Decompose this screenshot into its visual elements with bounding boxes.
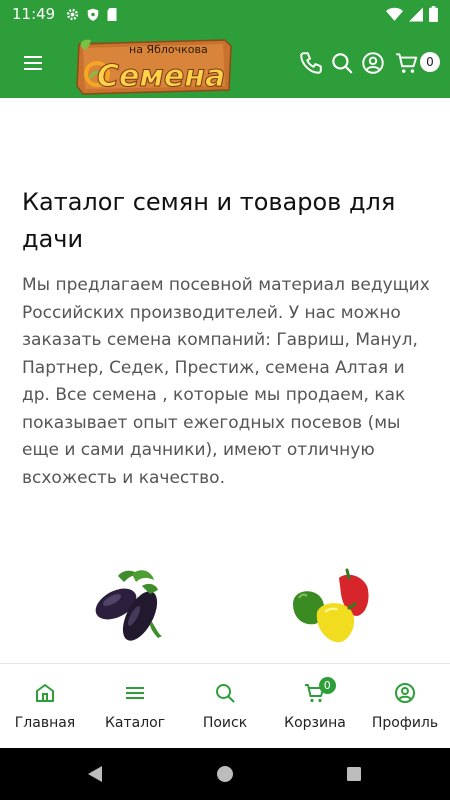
status-time: 11:49 xyxy=(12,5,56,23)
status-bar: 11:49 xyxy=(0,0,450,28)
nav-home-label: Главная xyxy=(14,715,76,731)
recents-icon[interactable] xyxy=(346,766,362,782)
bell-pepper-image[interactable] xyxy=(287,564,377,654)
nav-catalog[interactable]: Каталог xyxy=(90,664,180,748)
cart-icon[interactable] xyxy=(394,50,420,76)
home-button-icon[interactable] xyxy=(216,765,234,783)
nav-profile[interactable]: Профиль xyxy=(360,664,450,748)
nav-search[interactable]: Поиск xyxy=(180,664,270,748)
sd-card-icon xyxy=(107,7,117,21)
cart-count-badge: 0 xyxy=(420,52,440,72)
nav-cart[interactable]: 0 Корзина xyxy=(270,664,360,748)
nav-home[interactable]: Главная xyxy=(0,664,90,748)
app-header: на Яблочкова Семена 0 xyxy=(0,28,450,98)
logo-board: на Яблочкова Семена xyxy=(76,39,232,95)
nav-profile-label: Профиль xyxy=(371,715,439,731)
settings-icon xyxy=(67,8,79,20)
home-icon xyxy=(36,684,54,702)
logo-big-text: Семена xyxy=(97,59,225,94)
back-icon[interactable] xyxy=(86,764,104,784)
hamburger-menu-icon[interactable] xyxy=(20,52,46,74)
nav-search-label: Поиск xyxy=(202,715,248,731)
bottom-nav: Главная Каталог Поиск 0 Корзина Профиль xyxy=(0,663,450,748)
main-content: Каталог семян и товаров для дачи Мы пред… xyxy=(0,98,450,663)
nav-cart-badge: 0 xyxy=(318,677,336,694)
page-description: Мы предлагаем посевной материал ведущих … xyxy=(22,275,430,488)
account-icon[interactable] xyxy=(360,50,386,76)
search-icon[interactable] xyxy=(329,50,355,76)
signal-icon xyxy=(409,7,423,21)
nav-cart-label: Корзина xyxy=(284,715,346,731)
system-nav-bar xyxy=(0,748,450,800)
profile-icon xyxy=(395,683,415,703)
search-icon xyxy=(216,684,235,703)
menu-icon xyxy=(126,687,144,699)
battery-icon xyxy=(429,6,438,22)
phone-icon[interactable] xyxy=(298,50,324,76)
wifi-icon xyxy=(386,7,403,21)
shield-icon xyxy=(87,8,99,21)
logo-small-text: на Яблочкова xyxy=(129,43,208,56)
nav-catalog-label: Каталог xyxy=(104,715,166,731)
page-title: Каталог семян и товаров для дачи xyxy=(22,188,396,253)
logo[interactable]: на Яблочкова Семена xyxy=(75,36,235,96)
eggplant-image[interactable] xyxy=(88,564,178,654)
